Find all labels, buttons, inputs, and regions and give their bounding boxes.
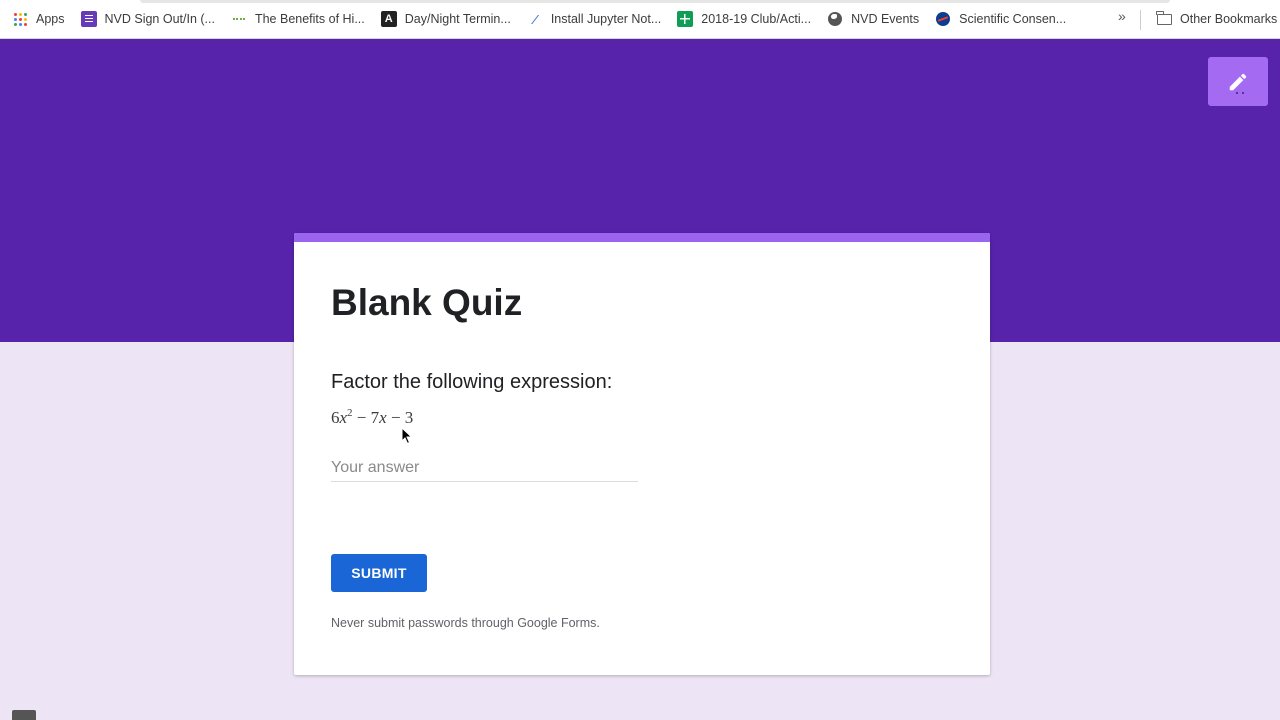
bookmark-club-activities[interactable]: 2018-19 Club/Acti... <box>671 6 817 32</box>
expr-constant: − 3 <box>386 408 414 427</box>
dots-indicator <box>1234 92 1246 94</box>
mouse-cursor-icon <box>401 427 413 445</box>
bookmark-label: The Benefits of Hi... <box>254 12 365 26</box>
password-notice: Never submit passwords through Google Fo… <box>331 616 600 630</box>
bookmark-label: Other Bookmarks <box>1180 12 1278 26</box>
bookmark-label: NVD Sign Out/In (... <box>104 12 215 26</box>
bookmarks-bar: Apps NVD Sign Out/In (... The Benefits o… <box>0 0 1280 39</box>
expr-variable: x <box>339 408 348 427</box>
google-forms-icon <box>80 11 97 27</box>
globe-icon <box>827 11 843 27</box>
google-sheets-icon <box>677 11 694 27</box>
bookmark-jupyter[interactable]: ⁄ Install Jupyter Not... <box>521 6 667 32</box>
expr-coefficient: 6 <box>331 408 340 427</box>
bookmark-day-night[interactable]: A Day/Night Termin... <box>375 6 517 32</box>
info-icon[interactable] <box>12 710 36 720</box>
apps-grid-icon <box>12 11 28 27</box>
bookmark-nvd-sign-out[interactable]: NVD Sign Out/In (... <box>75 6 221 32</box>
letter-a-icon: A <box>380 11 397 27</box>
bookmark-scientific-consensus[interactable]: Scientific Consen... <box>929 6 1072 32</box>
tab-strip-edge <box>140 0 1170 3</box>
bookmark-nvd-events[interactable]: NVD Events <box>821 6 925 32</box>
more-bookmarks-chevron-icon[interactable]: » <box>1118 8 1126 24</box>
green-line-icon <box>231 11 247 27</box>
bookmark-label: NVD Events <box>851 12 920 26</box>
card-accent-bar <box>294 233 990 242</box>
jupyter-icon: ⁄ <box>533 11 536 27</box>
bookmarks-divider <box>1140 10 1141 30</box>
form-card: Blank Quiz Factor the following expressi… <box>294 233 990 675</box>
form-title: Blank Quiz <box>331 282 523 323</box>
submit-button[interactable]: SUBMIT <box>331 554 427 592</box>
answer-input[interactable] <box>331 455 638 482</box>
expr-variable: x <box>379 408 387 427</box>
bookmark-other-folder[interactable]: Other Bookmarks <box>1150 6 1280 32</box>
bookmark-label: 2018-19 Club/Acti... <box>701 12 812 26</box>
bookmark-label: Scientific Consen... <box>959 12 1067 26</box>
pencil-icon <box>1229 73 1247 90</box>
question-text: Factor the following expression: <box>331 371 613 393</box>
bookmark-label: Apps <box>36 12 65 26</box>
edit-form-button[interactable] <box>1208 57 1268 106</box>
bookmark-benefits[interactable]: The Benefits of Hi... <box>225 6 371 32</box>
bookmark-apps[interactable]: Apps <box>6 6 71 32</box>
nasa-icon <box>935 11 951 27</box>
bookmark-label: Day/Night Termin... <box>404 12 511 26</box>
math-expression: 6x2 − 7x − 3 <box>331 407 413 428</box>
expr-middle-term: − 7 <box>352 408 380 427</box>
folder-icon <box>1156 10 1172 27</box>
bookmark-label: Install Jupyter Not... <box>550 12 662 26</box>
